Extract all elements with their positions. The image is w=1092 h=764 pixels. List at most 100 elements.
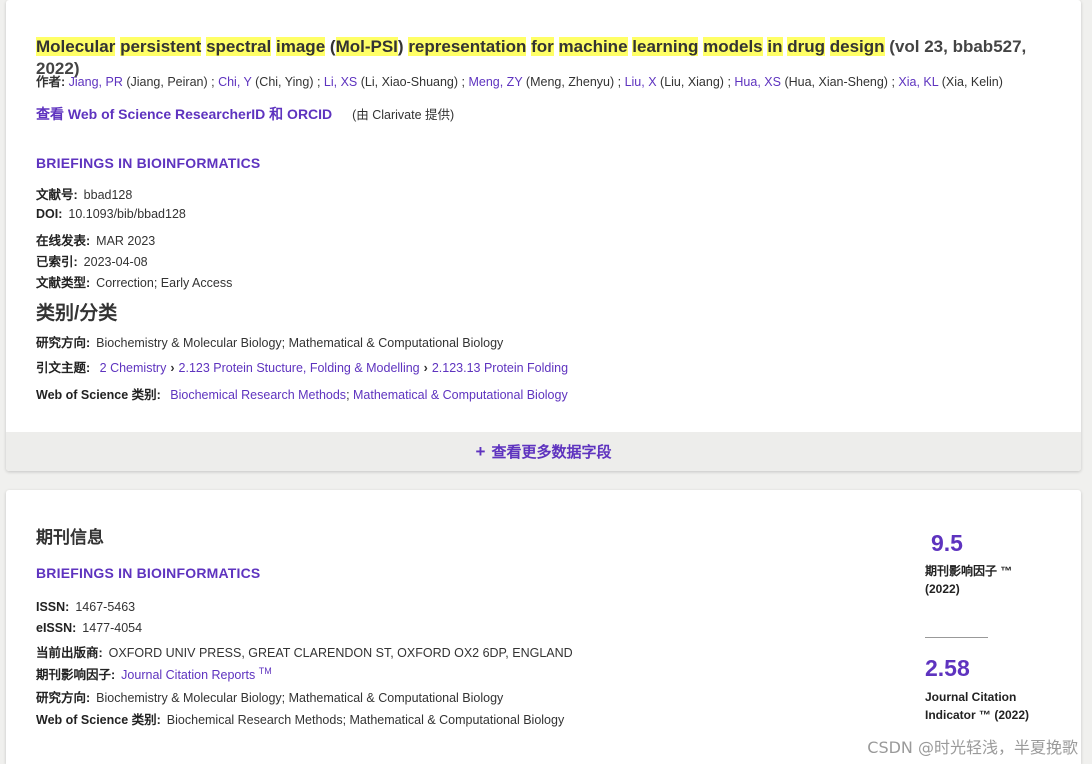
- indexed-date-row: 已索引: 2023-04-08: [36, 251, 148, 270]
- title-word: persistent: [120, 37, 202, 56]
- research-area-row: 研究方向: Biochemistry & Molecular Biology; M…: [36, 332, 503, 351]
- eissn-value: 1477-4054: [82, 621, 143, 635]
- journal-link[interactable]: BRIEFINGS IN BIOINFORMATICS: [36, 155, 260, 171]
- online-date-row: 在线发表: MAR 2023: [36, 230, 155, 249]
- document-type-label: 文献类型:: [36, 276, 91, 290]
- category-heading: 类别/分类: [36, 303, 118, 324]
- author-full-name: (Li, Xiao-Shuang): [360, 75, 459, 89]
- title-word: spectral: [206, 37, 272, 56]
- title-word: Mol-PSI: [335, 37, 398, 56]
- title-word: models: [703, 37, 763, 56]
- title-word: drug: [787, 37, 826, 56]
- journal-wos-category-row: Web of Science 类别: Biochemical Research M…: [36, 709, 564, 728]
- view-more-fields-button[interactable]: + 查看更多数据字段: [6, 432, 1081, 471]
- researcher-row: 查看 Web of Science ResearcherID 和 ORCID (…: [36, 104, 454, 124]
- indexed-date-value: 2023-04-08: [83, 255, 148, 269]
- doi-value: 10.1093/bib/bbad128: [68, 207, 186, 221]
- issn-label: ISSN:: [36, 600, 70, 614]
- authors-line: 作者: Jiang, PR (Jiang, Peiran) ; Chi, Y (…: [36, 75, 1003, 89]
- title-word: image: [276, 37, 326, 56]
- trademark-mark: TM: [258, 665, 272, 676]
- wos-categories-label: Web of Science 类别:: [36, 388, 161, 402]
- research-area-label: 研究方向:: [36, 336, 91, 350]
- jci-metric-label-line2: Indicator ™ (2022): [925, 708, 1030, 722]
- author-link[interactable]: Jiang, PR: [69, 75, 123, 89]
- jci-metric-label-line1: Journal Citation: [925, 690, 1017, 704]
- citation-topic-link[interactable]: 2.123 Protein Stucture, Folding & Modell…: [179, 361, 420, 375]
- title-word: design: [829, 37, 885, 56]
- jci-value: 2.58: [925, 655, 970, 681]
- jci-metric-label: Journal Citation Indicator ™ (2022): [925, 688, 1029, 724]
- author-link[interactable]: Xia, KL: [898, 75, 938, 89]
- author-link[interactable]: Meng, ZY: [468, 75, 522, 89]
- wos-category-link[interactable]: Biochemical Research Methods: [170, 388, 346, 402]
- title-word: Molecular: [36, 37, 116, 56]
- chevron-right-icon: ›: [423, 361, 428, 375]
- title-word: representation: [408, 37, 527, 56]
- publisher-label: 当前出版商:: [36, 646, 103, 660]
- author-full-name: (Meng, Zhenyu): [525, 75, 615, 89]
- author-full-name: (Chi, Ying): [255, 75, 314, 89]
- journal-wos-category-value: Biochemical Research Methods; Mathematic…: [166, 713, 565, 727]
- chevron-right-icon: ›: [170, 361, 175, 375]
- indexed-date-label: 已索引:: [36, 255, 78, 269]
- doi-row: DOI: 10.1093/bib/bbad128: [36, 207, 186, 221]
- journal-info-heading: 期刊信息: [36, 528, 104, 547]
- watermark: CSDN @时光轻浅，半夏挽歌: [867, 738, 1078, 757]
- metrics-divider: [925, 637, 988, 638]
- title-word: (: [329, 37, 336, 56]
- issn-value: 1467-5463: [75, 600, 136, 614]
- journal-wos-category-label: Web of Science 类别:: [36, 713, 161, 727]
- article-number-row: 文献号: bbad128: [36, 184, 132, 203]
- article-number-value: bbad128: [83, 188, 133, 202]
- online-date-label: 在线发表:: [36, 234, 91, 248]
- research-area-value: Biochemistry & Molecular Biology; Mathem…: [96, 336, 504, 350]
- doi-label: DOI:: [36, 207, 63, 221]
- author-full-name: (Liu, Xiang): [660, 75, 724, 89]
- author-link[interactable]: Hua, XS: [734, 75, 781, 89]
- journal-research-area-label: 研究方向:: [36, 691, 91, 705]
- document-type-row: 文献类型: Correction; Early Access: [36, 272, 232, 291]
- title-word: learning: [632, 37, 699, 56]
- online-date-value: MAR 2023: [96, 234, 156, 248]
- plus-icon: +: [475, 441, 486, 461]
- title-word: for: [531, 37, 554, 56]
- citation-topic-link[interactable]: 2.123.13 Protein Folding: [432, 361, 568, 375]
- journal-info-card: 期刊信息 BRIEFINGS IN BIOINFORMATICS ISSN: 14…: [6, 490, 1081, 764]
- title-word: machine: [558, 37, 628, 56]
- title-word: ): [397, 37, 404, 56]
- eissn-label: eISSN:: [36, 621, 77, 635]
- researcher-provider: (由 Clarivate 提供): [352, 108, 455, 122]
- article-number-label: 文献号:: [36, 188, 78, 202]
- publisher-value: OXFORD UNIV PRESS, GREAT CLARENDON ST, O…: [108, 646, 573, 660]
- journal-research-area-row: 研究方向: Biochemistry & Molecular Biology; M…: [36, 687, 503, 706]
- author-link[interactable]: Liu, X: [625, 75, 657, 89]
- author-full-name: (Hua, Xian-Sheng): [784, 75, 888, 89]
- author-full-name: (Jiang, Peiran): [126, 75, 208, 89]
- impact-factor-value: 9.5: [931, 530, 963, 556]
- impact-factor-metric-label-line2: (2022): [925, 582, 960, 596]
- author-link[interactable]: Chi, Y: [218, 75, 252, 89]
- journal-info-link[interactable]: BRIEFINGS IN BIOINFORMATICS: [36, 565, 260, 581]
- impact-factor-row: 期刊影响因子: Journal Citation Reports TM: [36, 664, 272, 683]
- wos-category-link[interactable]: Mathematical & Computational Biology: [353, 388, 568, 402]
- journal-research-area-value: Biochemistry & Molecular Biology; Mathem…: [96, 691, 504, 705]
- eissn-row: eISSN: 1477-4054: [36, 621, 142, 635]
- author-full-name: (Xia, Kelin): [941, 75, 1003, 89]
- impact-factor-metric-label: 期刊影响因子 ™ (2022): [925, 562, 1012, 598]
- researcher-id-link[interactable]: 查看 Web of Science ResearcherID 和 ORCID: [36, 106, 332, 122]
- wos-categories-row: Web of Science 类别: Biochemical Research …: [36, 388, 568, 402]
- impact-factor-metric-label-line1: 期刊影响因子 ™: [925, 564, 1013, 578]
- citation-topic-link[interactable]: 2 Chemistry: [100, 361, 167, 375]
- author-link[interactable]: Li, XS: [324, 75, 357, 89]
- authors-label: 作者:: [36, 75, 66, 89]
- jcr-link[interactable]: Journal Citation Reports: [121, 668, 255, 682]
- view-more-fields-label: 查看更多数据字段: [491, 444, 612, 461]
- citation-topics-row: 引文主题: 2 Chemistry › 2.123 Protein Stucture…: [36, 357, 568, 376]
- title-word: in: [767, 37, 783, 56]
- publisher-row: 当前出版商: OXFORD UNIV PRESS, GREAT CLARENDON…: [36, 642, 573, 661]
- impact-factor-label: 期刊影响因子:: [36, 668, 116, 682]
- record-card: Molecular persistent spectral image (Mol…: [6, 0, 1081, 471]
- issn-row: ISSN: 1467-5463: [36, 600, 135, 614]
- citation-topics-label: 引文主题:: [36, 361, 91, 375]
